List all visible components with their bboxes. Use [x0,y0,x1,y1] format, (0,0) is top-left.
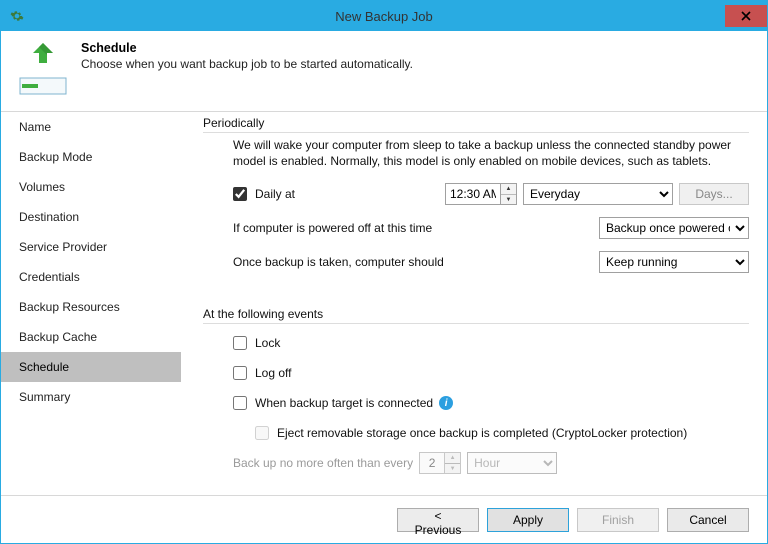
sidebar-item-destination[interactable]: Destination [1,202,181,232]
powered-off-row: If computer is powered off at this time … [203,215,749,241]
apply-button[interactable]: Apply [487,508,569,532]
sidebar-item-backup-cache[interactable]: Backup Cache [1,322,181,352]
wizard-header-text: Schedule Choose when you want backup job… [81,41,413,71]
eject-row: Eject removable storage once backup is c… [203,420,749,446]
periodically-note: We will wake your computer from sleep to… [233,137,749,169]
gear-icon [9,8,25,24]
after-backup-label: Once backup is taken, computer should [233,255,444,269]
title-bar: New Backup Job [1,1,767,31]
eject-checkbox [255,426,269,440]
sidebar-item-credentials[interactable]: Credentials [1,262,181,292]
wizard-footer: < Previous Apply Finish Cancel [1,495,767,543]
target-connected-row: When backup target is connected i [203,390,749,416]
wizard-step-description: Choose when you want backup job to be st… [81,57,413,71]
frequency-value-input [419,452,445,474]
frequency-row: Back up no more often than every ▲▼ Hour [233,452,749,474]
dialog-window: New Backup Job Schedule Choose when you … [0,0,768,544]
target-connected-checkbox[interactable] [233,396,247,410]
spinner-up-icon: ▲ [445,453,460,464]
cancel-button[interactable]: Cancel [667,508,749,532]
sidebar-item-summary[interactable]: Summary [1,382,181,412]
logoff-checkbox[interactable] [233,366,247,380]
frequency-spinner: ▲▼ [445,452,461,474]
sidebar-item-backup-resources[interactable]: Backup Resources [1,292,181,322]
logoff-row: Log off [203,360,749,386]
sidebar-item-volumes[interactable]: Volumes [1,172,181,202]
previous-button[interactable]: < Previous [397,508,479,532]
daily-row: Daily at ▲▼ Everyday Days... [203,181,749,207]
finish-button: Finish [577,508,659,532]
days-button: Days... [679,183,749,205]
spinner-up-icon[interactable]: ▲ [501,184,516,195]
daily-label: Daily at [255,187,425,201]
wizard-content: NameBackup ModeVolumesDestinationService… [1,112,767,495]
sidebar-item-schedule[interactable]: Schedule [1,352,181,382]
events-group-label: At the following events [203,307,749,321]
powered-off-select[interactable]: Backup once powered on [599,217,749,239]
after-backup-select[interactable]: Keep running [599,251,749,273]
window-title: New Backup Job [1,9,767,24]
logoff-label: Log off [255,366,291,380]
schedule-icon [15,41,71,97]
lock-row: Lock [203,330,749,356]
wizard-step-title: Schedule [81,41,413,55]
daily-day-select[interactable]: Everyday [523,183,673,205]
daily-checkbox[interactable] [233,187,247,201]
info-icon[interactable]: i [439,396,453,410]
wizard-sidebar: NameBackup ModeVolumesDestinationService… [1,112,181,495]
spinner-down-icon[interactable]: ▼ [501,195,516,205]
lock-checkbox[interactable] [233,336,247,350]
frequency-unit-select: Hour [467,452,557,474]
wizard-main-panel: Periodically We will wake your computer … [181,112,767,495]
wizard-header: Schedule Choose when you want backup job… [1,31,767,111]
eject-label: Eject removable storage once backup is c… [277,426,687,440]
sidebar-item-backup-mode[interactable]: Backup Mode [1,142,181,172]
after-backup-row: Once backup is taken, computer should Ke… [203,249,749,275]
target-connected-label: When backup target is connected [255,396,433,410]
separator [203,132,749,133]
periodically-group-label: Periodically [203,116,749,130]
close-button[interactable] [725,5,767,27]
frequency-prefix: Back up no more often than every [233,456,413,470]
daily-time-input[interactable] [445,183,501,205]
spinner-down-icon: ▼ [445,464,460,474]
lock-label: Lock [255,336,280,350]
sidebar-item-service-provider[interactable]: Service Provider [1,232,181,262]
sidebar-item-name[interactable]: Name [1,112,181,142]
time-spinner[interactable]: ▲▼ [501,183,517,205]
powered-off-label: If computer is powered off at this time [233,221,432,235]
close-icon [741,11,751,21]
